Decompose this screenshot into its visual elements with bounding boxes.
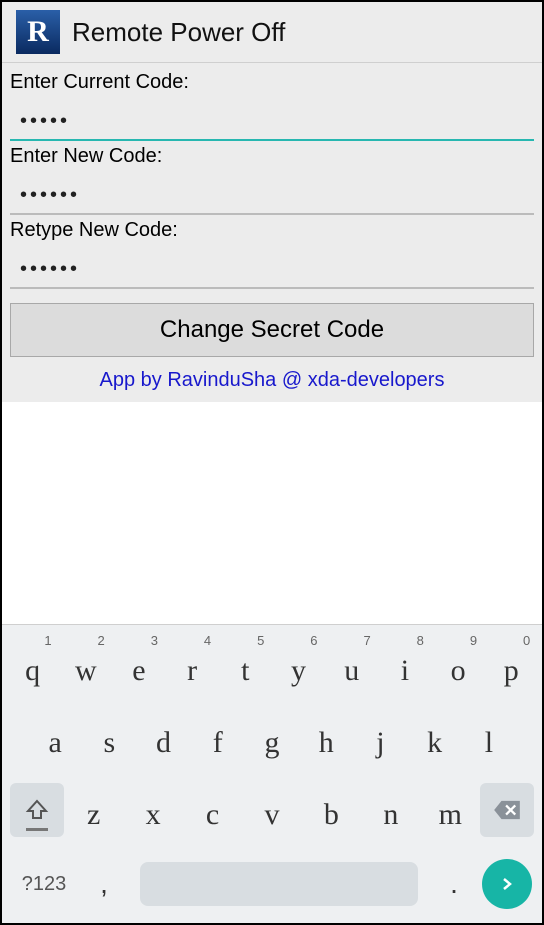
symbols-key[interactable]: ?123 [12,859,76,909]
app-icon: R [16,10,60,54]
key-s[interactable]: s [84,711,134,775]
retype-code-row: Retype New Code: •••••• [2,215,542,289]
app-icon-letter: R [27,15,49,49]
key-d[interactable]: d [139,711,189,775]
key-j[interactable]: j [355,711,405,775]
comma-key[interactable]: , [82,859,126,909]
current-code-row: Enter Current Code: ••••• [2,67,542,141]
key-h[interactable]: h [301,711,351,775]
key-y[interactable]: y6 [274,639,324,703]
key-i[interactable]: i8 [380,639,430,703]
backspace-key[interactable] [480,783,534,837]
new-code-row: Enter New Code: •••••• [2,141,542,215]
key-t[interactable]: t5 [220,639,270,703]
key-f[interactable]: f [193,711,243,775]
key-r[interactable]: r4 [167,639,217,703]
period-key[interactable]: . [432,859,476,909]
new-code-label: Enter New Code: [10,145,534,168]
key-p[interactable]: p0 [486,639,536,703]
key-u[interactable]: u7 [327,639,377,703]
key-g[interactable]: g [247,711,297,775]
shift-key[interactable] [10,783,64,837]
retype-code-input[interactable]: •••••• [10,250,534,289]
key-a[interactable]: a [30,711,80,775]
app-title: Remote Power Off [72,17,285,48]
key-z[interactable]: z [69,783,119,847]
retype-code-label: Retype New Code: [10,219,534,242]
key-n[interactable]: n [366,783,416,847]
enter-key[interactable] [482,859,532,909]
key-o[interactable]: o9 [433,639,483,703]
current-code-label: Enter Current Code: [10,71,534,94]
key-b[interactable]: b [306,783,356,847]
content-area: Enter Current Code: ••••• Enter New Code… [2,63,542,923]
shift-icon [25,798,49,822]
new-code-input[interactable]: •••••• [10,176,534,215]
current-code-input[interactable]: ••••• [10,102,534,141]
key-w[interactable]: w2 [61,639,111,703]
key-e[interactable]: e3 [114,639,164,703]
key-k[interactable]: k [410,711,460,775]
backspace-icon [492,799,522,821]
key-v[interactable]: v [247,783,297,847]
key-c[interactable]: c [188,783,238,847]
soft-keyboard: q1w2e3r4t5y6u7i8o9p0 asdfghjkl zxcvbnm ?… [2,624,542,923]
change-secret-code-button[interactable]: Change Secret Code [10,303,534,357]
chevron-right-icon [499,876,515,892]
spacebar-key[interactable] [140,862,418,906]
key-x[interactable]: x [128,783,178,847]
key-q[interactable]: q1 [8,639,58,703]
key-m[interactable]: m [425,783,475,847]
credit-text: App by RavinduSha @ xda-developers [2,365,542,402]
title-bar: R Remote Power Off [2,2,542,63]
key-l[interactable]: l [464,711,514,775]
blank-area [2,402,542,624]
